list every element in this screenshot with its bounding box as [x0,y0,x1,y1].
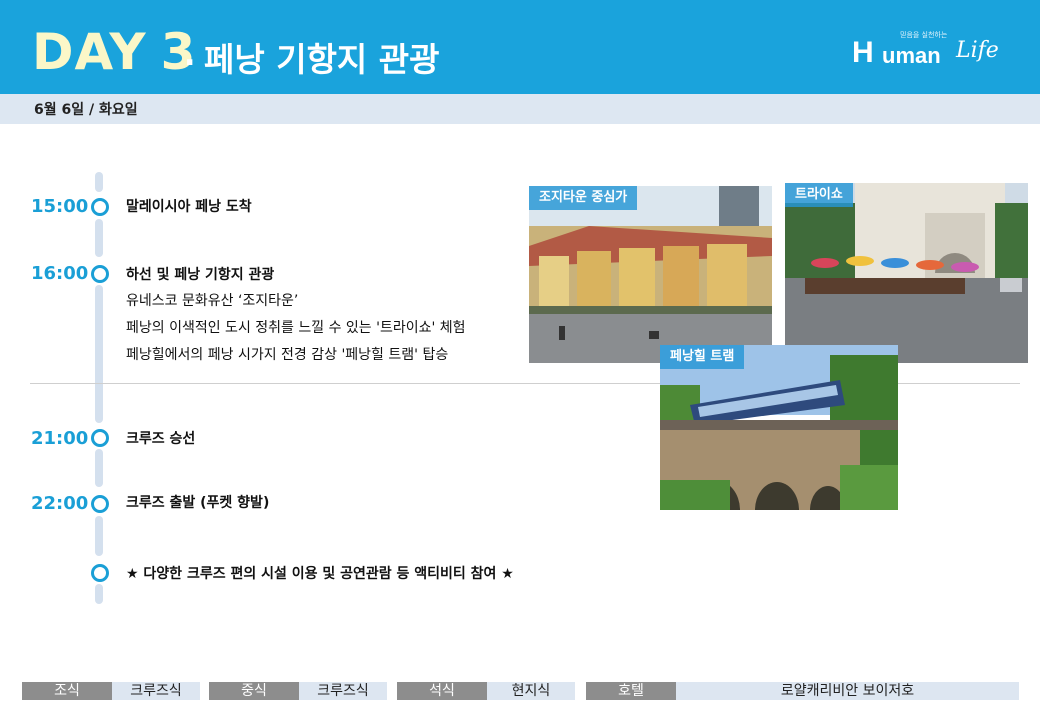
logo-mark: H [852,36,874,69]
dinner-label: 석식 [397,682,487,700]
timeline-marker [91,429,109,447]
tram-image [660,345,898,510]
timeline-segment [95,584,103,604]
timeline-marker [91,495,109,513]
timeline-segment [95,449,103,487]
trishaw-photo: 트라이쇼 [785,183,1028,363]
event-title: 크루즈 출발 (푸켓 향발) [126,495,270,511]
date-bar [0,94,1040,124]
time-label: 22:00 [31,493,89,514]
lunch-value: 크루즈식 [299,682,387,700]
time-label: 16:00 [31,263,89,284]
timeline-segment [95,219,103,257]
timeline-segment [95,285,103,423]
timeline-marker [91,564,109,582]
page-title: 페낭 기항지 관광 [204,40,440,79]
time-label: 15:00 [31,196,89,217]
photo-caption: 트라이쇼 [785,183,853,207]
lunch-label: 중식 [209,682,299,700]
photo-caption: 조지타운 중심가 [529,186,638,210]
event-detail: 페낭의 이색적인 도시 정취를 느낄 수 있는 '트라이쇼' 체험 [126,320,466,336]
timeline-marker [91,265,109,283]
timeline-segment [95,172,103,192]
event-title: 크루즈 승선 [126,431,196,447]
logo-word: uman [882,43,941,68]
trishaw-image [785,183,1028,363]
hotel-value: 로얄캐리비안 보이저호 [676,682,1019,700]
event-title: ★ 다양한 크루즈 편의 시설 이용 및 공연관람 등 액티비티 참여 ★ [126,566,514,582]
georgetown-image [529,186,772,363]
timeline-marker [91,198,109,216]
tram-photo: 페낭힐 트램 [660,345,898,510]
hotel-label: 호텔 [586,682,676,700]
day-word: DAY [32,23,147,81]
event-title: 말레이시아 페낭 도착 [126,199,252,215]
humanlife-logo: 믿음을 실천하는 H uman Life [852,30,1002,76]
time-label: 21:00 [31,428,89,449]
breakfast-label: 조식 [22,682,112,700]
breakfast-value: 크루즈식 [112,682,200,700]
day-heading: DAY 3 [32,22,196,82]
event-detail: 페낭힐에서의 페낭 시가지 전경 감상 '페낭힐 트램' 탑승 [126,347,449,363]
date-label: 6월 6일 / 화요일 [34,102,138,118]
timeline-segment [95,516,103,556]
photo-caption: 페낭힐 트램 [660,345,745,369]
event-detail: 유네스코 문화유산 ‘조지타운’ [126,293,299,309]
georgetown-photo: 조지타운 중심가 [529,186,772,363]
day-dot: . [184,38,196,73]
event-title: 하선 및 페낭 기항지 관광 [126,267,275,283]
dinner-value: 현지식 [487,682,575,700]
logo-script: Life [956,38,999,63]
logo-tagline: 믿음을 실천하는 [900,31,948,39]
